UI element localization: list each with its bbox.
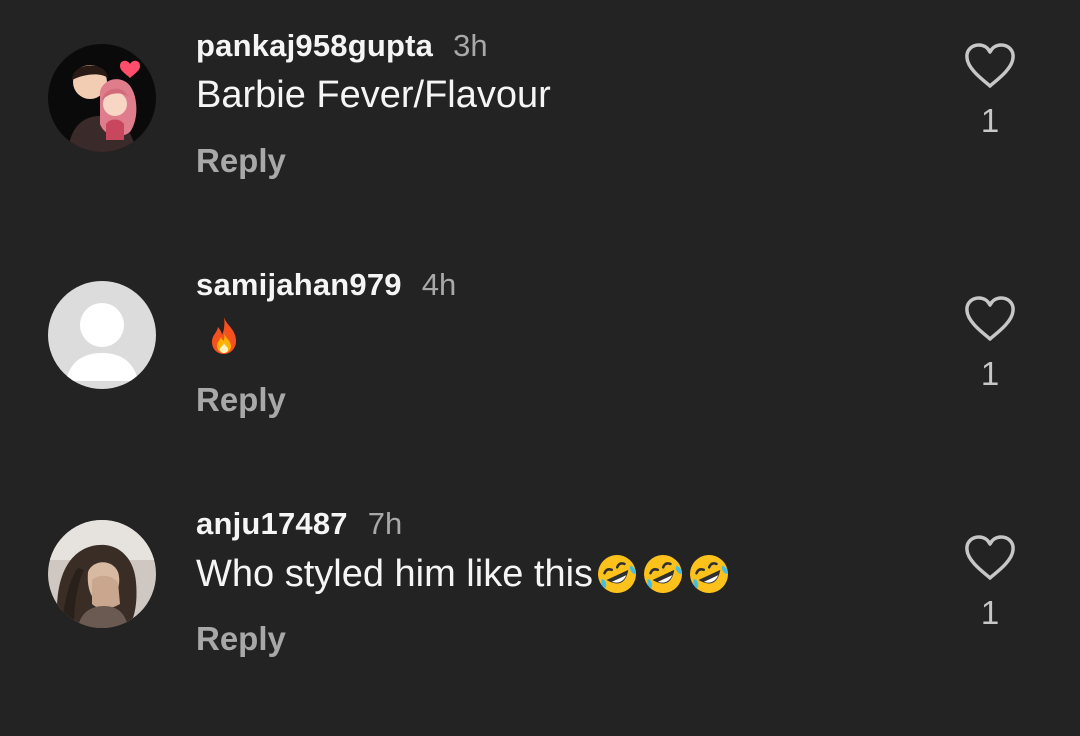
- like-count: 1: [980, 594, 1000, 631]
- like-count: 1: [980, 102, 1000, 139]
- avatar[interactable]: [48, 281, 156, 389]
- timestamp: 7h: [367, 506, 403, 541]
- comment-meta: samijahan979 4h: [196, 267, 456, 303]
- default-user-avatar-icon: [48, 281, 156, 389]
- like-button[interactable]: [962, 42, 1018, 90]
- comment-text: Who styled him like this: [196, 552, 731, 596]
- reply-button[interactable]: Reply: [196, 381, 286, 419]
- comment-text-content: Barbie Fever/Flavour: [196, 74, 551, 116]
- comment-text: Barbie Fever/Flavour: [196, 74, 551, 117]
- rolling-on-floor-laughing-icon: [595, 552, 639, 596]
- heart-icon: [965, 43, 1015, 88]
- comment-meta: anju17487 7h: [196, 506, 402, 542]
- heart-icon: [965, 535, 1015, 580]
- username[interactable]: samijahan979: [196, 267, 402, 303]
- comment-item: anju17487 7h Who styled him like this Re…: [0, 506, 1080, 736]
- avatar[interactable]: [48, 44, 156, 152]
- rolling-on-floor-laughing-icon: [641, 552, 685, 596]
- cartoon-couple-avatar-icon: [48, 44, 156, 152]
- heart-icon: [965, 296, 1015, 341]
- username[interactable]: anju17487: [196, 506, 348, 542]
- reply-button[interactable]: Reply: [196, 142, 286, 180]
- like-count: 1: [980, 355, 1000, 392]
- comment-text-content: Who styled him like this: [196, 552, 594, 595]
- comment-text: [200, 313, 246, 357]
- like-button[interactable]: [962, 295, 1018, 343]
- comment-meta: pankaj958gupta 3h: [196, 28, 488, 64]
- like-button[interactable]: [962, 534, 1018, 582]
- avatar[interactable]: [48, 520, 156, 628]
- timestamp: 3h: [453, 28, 488, 63]
- fire-icon: [202, 313, 246, 357]
- comment-item: samijahan979 4h Reply 1: [0, 267, 1080, 497]
- timestamp: 4h: [421, 267, 457, 302]
- username[interactable]: pankaj958gupta: [196, 28, 433, 64]
- comment-item: pankaj958gupta 3h Barbie Fever/Flavour R…: [0, 28, 1080, 258]
- photo-avatar-icon: [48, 520, 156, 628]
- rolling-on-floor-laughing-icon: [687, 552, 731, 596]
- reply-button[interactable]: Reply: [196, 620, 286, 658]
